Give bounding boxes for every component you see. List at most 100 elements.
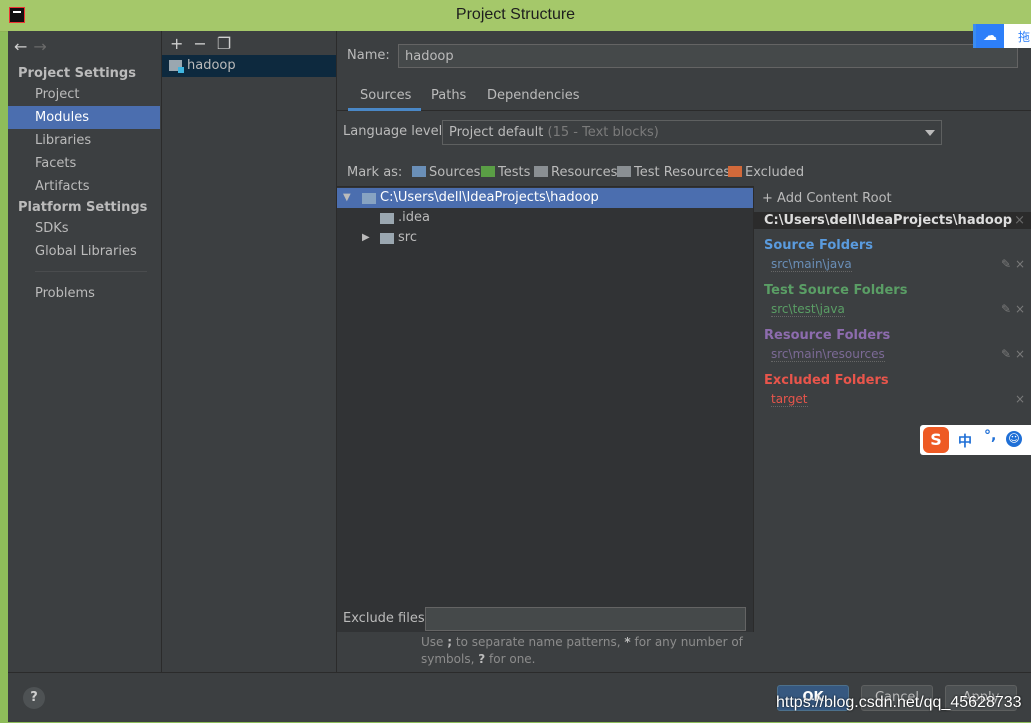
mark-excluded-label: Excluded bbox=[745, 165, 805, 180]
add-module-icon[interactable]: + bbox=[170, 34, 193, 53]
help-button[interactable]: ? bbox=[23, 687, 45, 709]
chevron-down-icon[interactable]: ▼ bbox=[343, 188, 351, 208]
nav-item-project[interactable]: Project bbox=[8, 83, 160, 106]
tree-row-idea[interactable]: .idea bbox=[337, 208, 753, 228]
resource-folder-path: src\main\resources bbox=[771, 347, 885, 362]
nav-item-facets[interactable]: Facets bbox=[8, 152, 160, 175]
edit-pencil-icon[interactable]: ✎ bbox=[1001, 347, 1011, 361]
cloud-icon: ☁ bbox=[976, 24, 1004, 48]
sogou-logo-icon: S bbox=[923, 427, 949, 453]
ime-punctuation[interactable]: °, bbox=[984, 428, 996, 444]
tab-dependencies[interactable]: Dependencies bbox=[487, 88, 580, 103]
settings-nav: ←→ Project Settings Project Modules Libr… bbox=[8, 31, 162, 672]
platform-settings-header: Platform Settings bbox=[18, 200, 148, 215]
folder-icon bbox=[380, 233, 394, 244]
content-root-tree: ▼ C:\Users\dell\IdeaProjects\hadoop .ide… bbox=[337, 186, 754, 632]
nav-item-artifacts[interactable]: Artifacts bbox=[8, 175, 160, 198]
help-token: ? bbox=[478, 652, 486, 666]
close-icon[interactable]: × bbox=[1015, 392, 1025, 406]
add-content-root-label: Add Content Root bbox=[777, 191, 892, 206]
help-text: Use bbox=[421, 635, 444, 649]
sources-folder-icon bbox=[412, 166, 426, 177]
exclude-files-label: Exclude files: bbox=[343, 611, 430, 626]
resources-folder-icon bbox=[534, 166, 548, 177]
dialog-client: ←→ Project Settings Project Modules Libr… bbox=[8, 31, 1031, 722]
language-level-value: Project default bbox=[449, 125, 544, 140]
mark-excluded-button[interactable]: Excluded bbox=[728, 165, 804, 180]
close-icon[interactable]: × bbox=[1015, 302, 1025, 316]
mark-resources-button[interactable]: Resources bbox=[534, 165, 617, 180]
tab-paths[interactable]: Paths bbox=[431, 88, 466, 103]
nav-item-problems[interactable]: Problems bbox=[8, 282, 160, 305]
forward-arrow-icon[interactable]: → bbox=[33, 37, 52, 56]
language-level-hint: (15 - Text blocks) bbox=[547, 125, 659, 140]
help-token: ; bbox=[447, 635, 453, 649]
nav-item-modules[interactable]: Modules bbox=[8, 106, 160, 129]
mark-as-label: Mark as: bbox=[347, 165, 403, 180]
cloud-drive-widget[interactable]: ☁ 拖 bbox=[973, 24, 1031, 48]
module-item-hadoop[interactable]: hadoop bbox=[162, 55, 336, 77]
close-icon[interactable]: × bbox=[1015, 257, 1025, 271]
excluded-folders-title: Excluded Folders bbox=[764, 373, 889, 388]
module-name-input[interactable] bbox=[398, 44, 1018, 68]
nav-item-global-libraries[interactable]: Global Libraries bbox=[8, 240, 160, 263]
module-label: hadoop bbox=[187, 58, 236, 73]
mark-test-resources-label: Test Resources bbox=[634, 165, 731, 180]
mark-sources-button[interactable]: Sources bbox=[412, 165, 480, 180]
mark-test-resources-button[interactable]: Test Resources bbox=[617, 165, 730, 180]
remove-module-icon[interactable]: − bbox=[193, 34, 216, 53]
module-settings: Name: Sources Paths Dependencies Languag… bbox=[337, 31, 1031, 672]
modules-panel: +−❐ hadoop bbox=[162, 31, 337, 672]
add-content-root-button[interactable]: + Add Content Root bbox=[762, 191, 892, 206]
help-text: for one. bbox=[489, 652, 536, 666]
tree-row-label: C:\Users\dell\IdeaProjects\hadoop bbox=[380, 190, 599, 205]
nav-item-libraries[interactable]: Libraries bbox=[8, 129, 160, 152]
language-level-select[interactable]: Project default (15 - Text blocks) bbox=[442, 120, 942, 145]
plus-icon: + bbox=[762, 191, 778, 206]
close-icon[interactable]: × bbox=[1015, 347, 1025, 361]
resource-folders-title: Resource Folders bbox=[764, 328, 891, 343]
edit-pencil-icon[interactable]: ✎ bbox=[1001, 257, 1011, 271]
module-tabs: Sources Paths Dependencies bbox=[337, 83, 1031, 111]
help-token: * bbox=[624, 635, 631, 649]
tree-row-label: .idea bbox=[398, 210, 430, 225]
folder-icon bbox=[362, 193, 376, 204]
content-root-path: C:\Users\dell\IdeaProjects\hadoop bbox=[764, 213, 1013, 228]
exclude-files-input[interactable] bbox=[425, 607, 746, 631]
excluded-folder-icon bbox=[728, 166, 742, 177]
nav-divider bbox=[35, 271, 147, 272]
back-arrow-icon[interactable]: ← bbox=[14, 37, 33, 56]
tree-row-root[interactable]: ▼ C:\Users\dell\IdeaProjects\hadoop bbox=[337, 188, 753, 208]
modules-toolbar: +−❐ bbox=[170, 34, 241, 53]
folder-icon bbox=[380, 213, 394, 224]
ime-chinese-mode[interactable]: 中 bbox=[958, 431, 972, 451]
language-level-label: Language level: bbox=[343, 124, 447, 139]
mark-sources-label: Sources bbox=[429, 165, 481, 180]
help-text: to separate name patterns, bbox=[455, 635, 621, 649]
mark-tests-button[interactable]: Tests bbox=[481, 165, 530, 180]
watermark: https://blog.csdn.net/qq_45628733 bbox=[776, 694, 1022, 711]
ime-toolbar[interactable]: S 中 °, ☺ bbox=[920, 425, 1031, 455]
chevron-right-icon[interactable]: ▶ bbox=[362, 228, 370, 248]
close-icon[interactable]: × bbox=[1014, 212, 1025, 229]
emoji-icon[interactable]: ☺ bbox=[1006, 431, 1022, 447]
source-folder-path: src\main\java bbox=[771, 257, 852, 272]
tab-sources[interactable]: Sources bbox=[347, 88, 422, 111]
test-resources-folder-icon bbox=[617, 166, 631, 177]
project-structure-window: Project Structure ←→ Project Settings Pr… bbox=[0, 0, 1031, 723]
nav-history: ←→ bbox=[14, 37, 53, 56]
test-source-folders-title: Test Source Folders bbox=[764, 283, 908, 298]
tree-row-src[interactable]: ▶ src bbox=[337, 228, 753, 248]
tree-row-label: src bbox=[398, 230, 417, 245]
chevron-down-icon bbox=[925, 130, 935, 136]
mark-tests-label: Tests bbox=[498, 165, 531, 180]
cloud-widget-text: 拖 bbox=[1018, 30, 1031, 44]
title-bar: Project Structure bbox=[0, 0, 1031, 32]
nav-item-sdks[interactable]: SDKs bbox=[8, 217, 160, 240]
source-folders-title: Source Folders bbox=[764, 238, 874, 253]
edit-pencil-icon[interactable]: ✎ bbox=[1001, 302, 1011, 316]
test-source-folder-path: src\test\java bbox=[771, 302, 845, 317]
excluded-folder-path: target bbox=[771, 392, 808, 407]
module-folder-icon bbox=[169, 60, 184, 73]
copy-module-icon[interactable]: ❐ bbox=[217, 34, 241, 53]
